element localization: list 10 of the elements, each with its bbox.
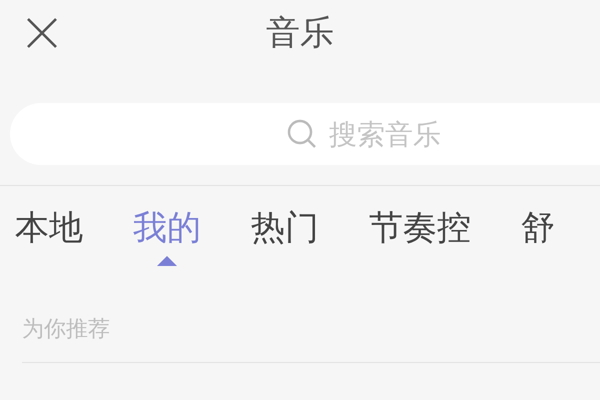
triangle-icon xyxy=(157,256,177,266)
page-title: 音乐 xyxy=(266,12,334,55)
category-tab[interactable]: 本地 xyxy=(15,208,83,266)
category-tab[interactable]: 热门 xyxy=(251,208,319,266)
close-icon[interactable] xyxy=(26,17,58,49)
category-tab[interactable]: 舒 xyxy=(521,208,555,266)
search-input[interactable]: 搜索音乐 xyxy=(327,116,531,152)
category-tab[interactable]: 节奏控 xyxy=(369,208,471,266)
search-icon xyxy=(287,119,317,149)
section-heading: 为你推荐 xyxy=(22,316,110,344)
